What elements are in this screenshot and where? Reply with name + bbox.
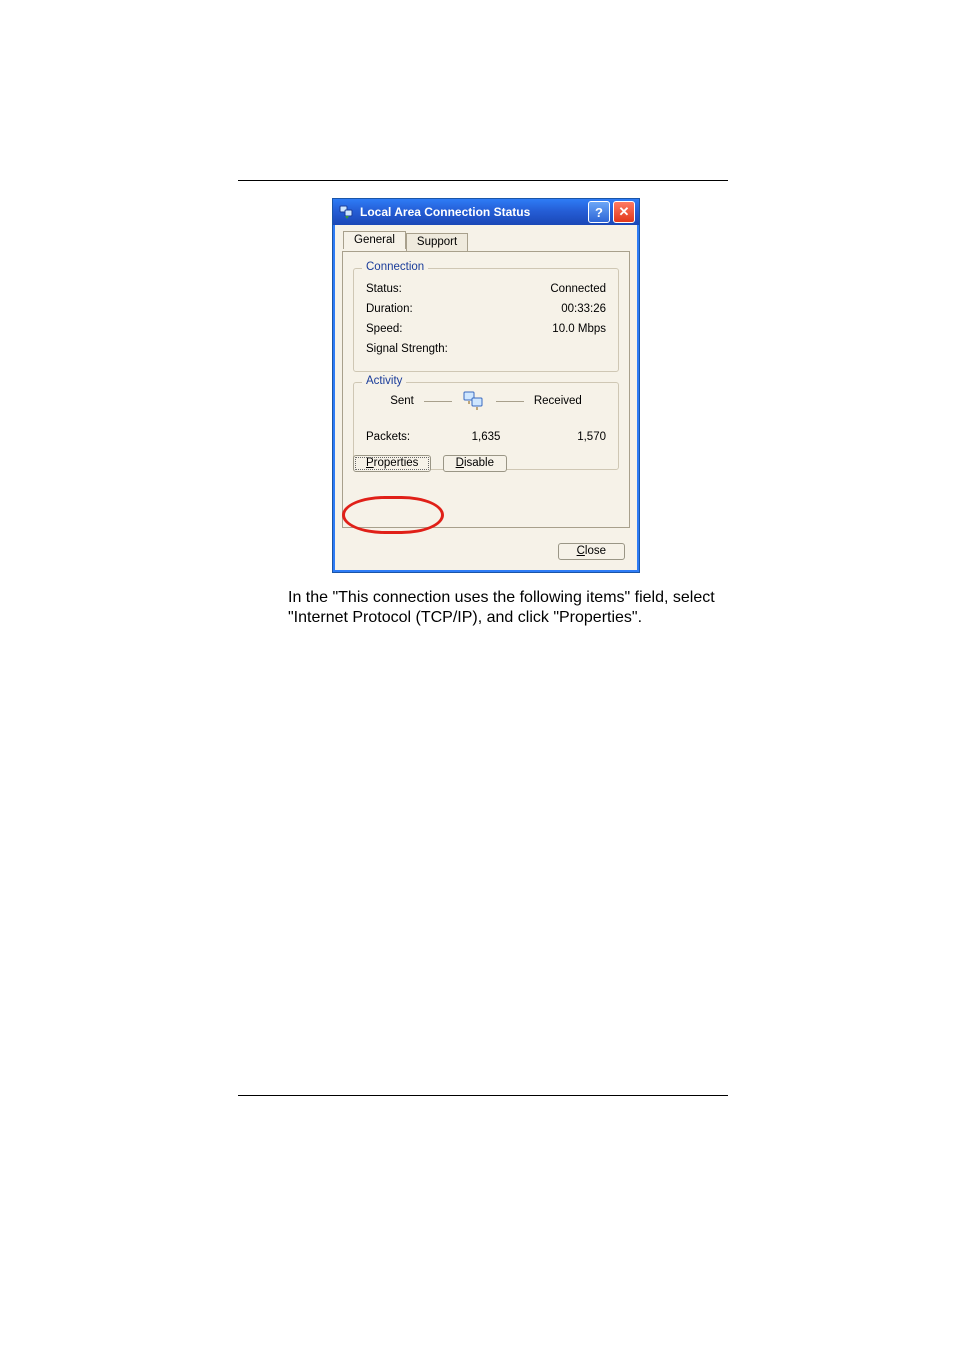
tab-support[interactable]: Support bbox=[406, 233, 468, 251]
group-activity-title: Activity bbox=[362, 375, 406, 387]
dialog-titlebar: Local Area Connection Status ? ✕ bbox=[333, 199, 639, 225]
lan-status-dialog: Local Area Connection Status ? ✕ General… bbox=[332, 198, 640, 573]
close-mnemonic: C bbox=[577, 545, 585, 557]
activity-icon bbox=[462, 391, 486, 411]
dialog-title: Local Area Connection Status bbox=[360, 205, 588, 219]
value-packets-sent: 1,635 bbox=[472, 431, 501, 443]
properties-rest: roperties bbox=[374, 457, 419, 469]
row-speed: Speed: 10.0 Mbps bbox=[366, 323, 606, 335]
header-rule bbox=[238, 180, 728, 181]
dialog-body: General Support Connection Status: Conne… bbox=[333, 225, 639, 572]
help-button[interactable]: ? bbox=[588, 201, 610, 223]
tabs: General Support bbox=[335, 225, 637, 249]
label-signal: Signal Strength: bbox=[366, 343, 448, 355]
properties-mnemonic: P bbox=[366, 457, 374, 469]
row-signal: Signal Strength: bbox=[366, 343, 606, 355]
label-status: Status: bbox=[366, 283, 402, 295]
close-x-button[interactable]: ✕ bbox=[613, 201, 635, 223]
label-packets: Packets: bbox=[366, 431, 410, 443]
row-packets: Packets: 1,635 1,570 bbox=[366, 431, 606, 443]
label-received: Received bbox=[534, 395, 582, 407]
value-speed: 10.0 Mbps bbox=[552, 323, 606, 335]
row-duration: Duration: 00:33:26 bbox=[366, 303, 606, 315]
disable-button[interactable]: Disable bbox=[443, 455, 507, 472]
close-button[interactable]: Close bbox=[558, 543, 625, 560]
activity-header: Sent Received bbox=[354, 391, 618, 411]
value-status: Connected bbox=[550, 283, 606, 295]
disable-mnemonic: D bbox=[456, 457, 464, 469]
lan-status-icon bbox=[339, 204, 355, 220]
dialog-action-row: Properties Disable bbox=[353, 455, 619, 479]
close-rest: lose bbox=[585, 545, 606, 557]
label-duration: Duration: bbox=[366, 303, 413, 315]
tab-general[interactable]: General bbox=[343, 231, 406, 249]
value-packets-received: 1,570 bbox=[577, 431, 606, 443]
label-sent: Sent bbox=[390, 395, 414, 407]
group-connection: Connection Status: Connected Duration: 0… bbox=[353, 268, 619, 372]
tab-page-general: Connection Status: Connected Duration: 0… bbox=[342, 251, 630, 528]
group-connection-title: Connection bbox=[362, 261, 428, 273]
label-speed: Speed: bbox=[366, 323, 402, 335]
caption-text: In the "This connection uses the followi… bbox=[288, 588, 728, 628]
properties-button[interactable]: Properties bbox=[353, 455, 431, 472]
disable-rest: isable bbox=[464, 457, 494, 469]
row-status: Status: Connected bbox=[366, 283, 606, 295]
footer-rule bbox=[238, 1095, 728, 1096]
value-duration: 00:33:26 bbox=[561, 303, 606, 315]
